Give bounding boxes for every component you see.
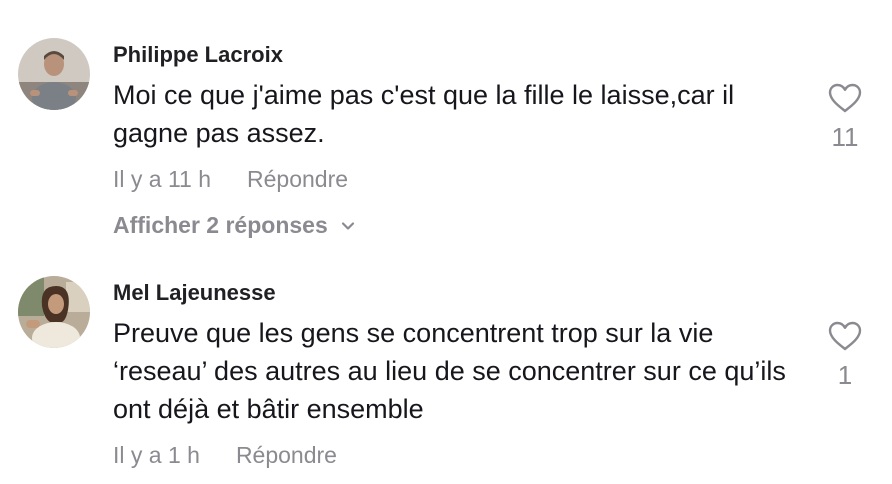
comment-timestamp: Il y a 1 h <box>113 442 200 468</box>
comment-author[interactable]: Philippe Lacroix <box>113 42 283 68</box>
like-button[interactable]: 1 <box>822 320 868 391</box>
comment-text: Preuve que les gens se concentrent trop … <box>113 318 786 424</box>
chevron-down-icon <box>341 221 354 230</box>
like-count: 1 <box>837 360 853 390</box>
show-replies-button[interactable]: Afficher 2 réponses <box>113 212 356 239</box>
comment-timestamp: Il y a 11 h <box>113 166 212 192</box>
show-replies-label: Afficher 2 réponses <box>113 212 328 238</box>
like-count: 11 <box>831 122 859 152</box>
avatar[interactable] <box>18 276 90 348</box>
reply-button[interactable]: Répondre <box>247 166 348 192</box>
heart-outline-icon <box>828 321 862 351</box>
comment-author[interactable]: Mel Lajeunesse <box>113 280 276 306</box>
comment-text: Moi ce que j'aime pas c'est que la fille… <box>113 80 735 148</box>
heart-outline-icon <box>828 83 862 113</box>
avatar-photo-philippe <box>18 38 90 110</box>
like-button[interactable]: 11 <box>822 82 868 153</box>
comment-meta: Il y a 1 h Répondre <box>113 442 337 469</box>
avatar-photo-mel <box>18 276 90 348</box>
avatar[interactable] <box>18 38 90 110</box>
comment-meta: Il y a 11 h Répondre <box>113 166 348 193</box>
reply-button[interactable]: Répondre <box>236 442 337 468</box>
